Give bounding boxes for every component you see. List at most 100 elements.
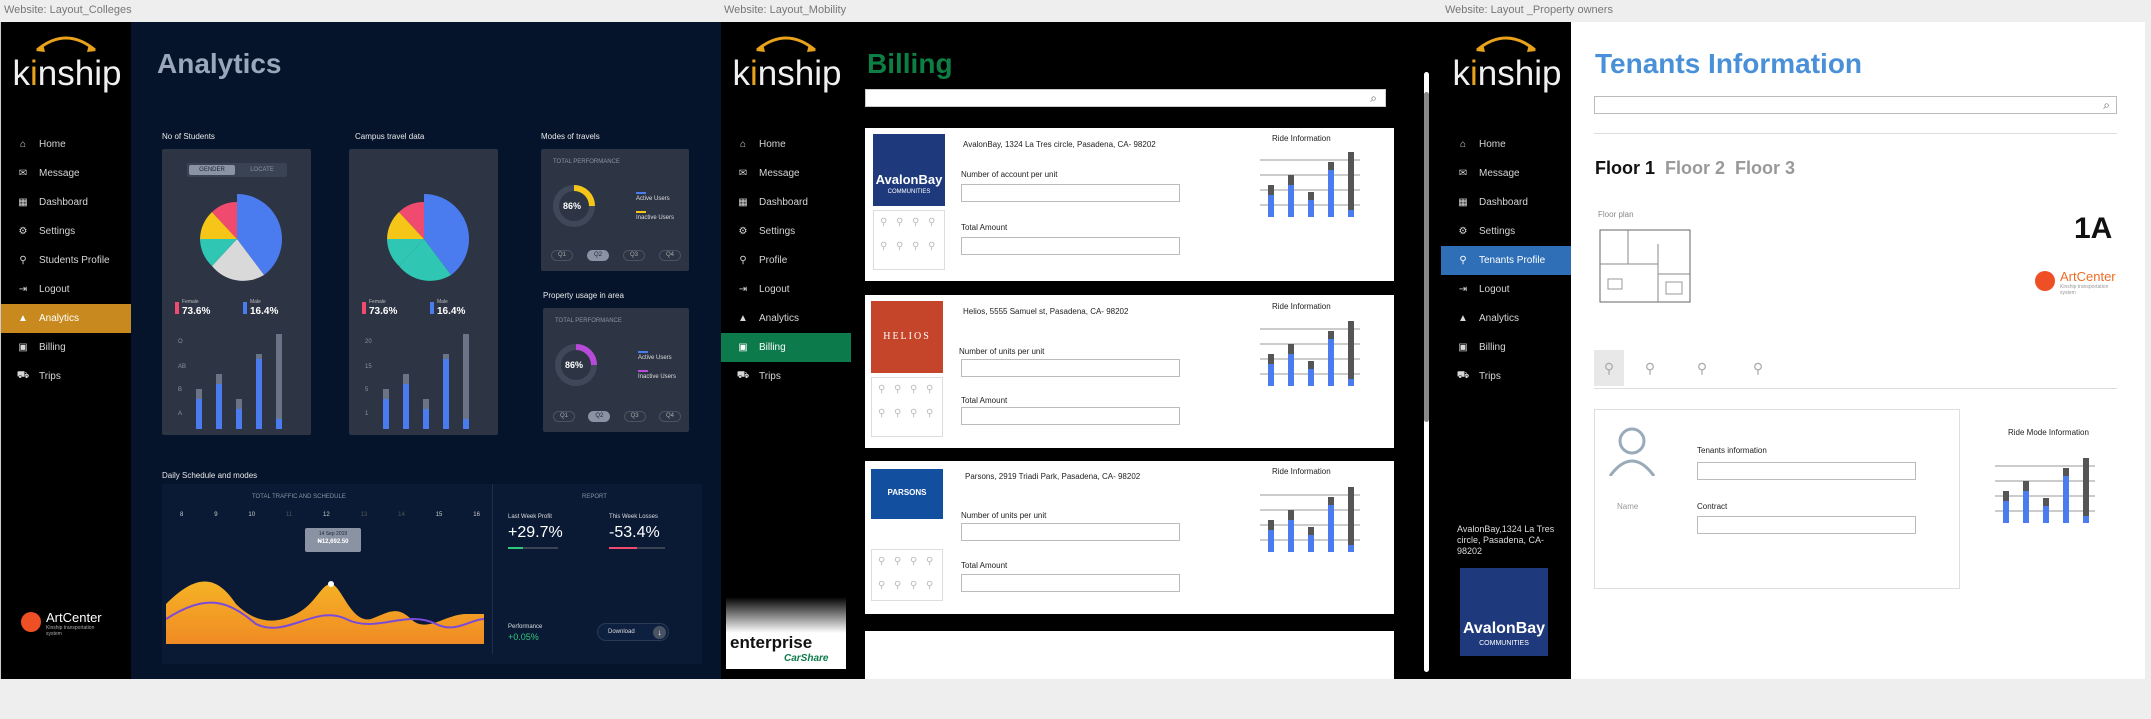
- quarter-tab-active[interactable]: Q2: [588, 411, 611, 422]
- search-icon[interactable]: ⌕: [2103, 98, 2110, 113]
- quarter-tab[interactable]: Q4: [659, 250, 681, 261]
- thumbnail-person-icon: ⚲: [926, 408, 934, 419]
- sidebar-item-students-profile[interactable]: ⚲ Students Profile: [1, 246, 131, 275]
- sidebar-item-billing[interactable]: ▣ Billing: [721, 333, 851, 362]
- total-amount-input[interactable]: [961, 574, 1180, 592]
- tenant-info-input[interactable]: [1697, 462, 1916, 480]
- search-icon[interactable]: ⌕: [1370, 91, 1377, 106]
- mobility-sidebar: kinship ⌂ Home ✉ Message ▦ Dashboard ⚙ Settings…: [721, 22, 851, 679]
- thumbnail-person-icon: ⚲: [926, 580, 934, 591]
- sidebar-item-settings[interactable]: ⚙ Settings: [1441, 217, 1571, 246]
- sidebar-item-label: Dashboard: [39, 197, 88, 208]
- tenant-tab-active[interactable]: ⚲: [1594, 350, 1624, 386]
- tooltip-date: 14 Sep 2019: [318, 531, 348, 537]
- tab-locate[interactable]: LOCATE: [239, 165, 285, 175]
- thumbnail-person-icon: ⚲: [878, 580, 886, 591]
- sidebar-item-home[interactable]: ⌂ Home: [1, 130, 131, 159]
- units-input[interactable]: [961, 359, 1180, 377]
- sidebar-item-logout[interactable]: ⇥ Logout: [1, 275, 131, 304]
- x-tick: 8: [180, 512, 184, 518]
- contract-label: Contract: [1697, 502, 1728, 511]
- sidebar-item-dashboard[interactable]: ▦ Dashboard: [1, 188, 131, 217]
- sidebar-item-label: Settings: [1479, 226, 1516, 237]
- quarter-tab[interactable]: Q1: [553, 411, 575, 422]
- home-icon: ⌂: [19, 139, 27, 150]
- download-button[interactable]: Download ↓: [597, 623, 669, 641]
- modes-inactive: Inactive Users: [636, 215, 675, 221]
- tab-floor-2[interactable]: Floor 2: [1665, 158, 1725, 179]
- logo-text-i: i: [30, 54, 38, 93]
- sidebar-item-label: Analytics: [39, 313, 80, 324]
- thumbnail-person-icon: ⚲: [896, 241, 904, 252]
- tab-floor-1[interactable]: Floor 1: [1595, 158, 1655, 179]
- tenant-tab[interactable]: ⚲: [1728, 350, 1788, 386]
- sidebar-item-profile[interactable]: ⚲ Profile: [721, 246, 851, 275]
- field-label: Total Amount: [961, 223, 1008, 232]
- units-input[interactable]: [961, 184, 1180, 202]
- name-label: Name: [1617, 502, 1639, 511]
- sidebar-item-home[interactable]: ⌂ Home: [721, 130, 851, 159]
- field-label: Total Amount: [961, 396, 1008, 405]
- floor-plan-image[interactable]: [1598, 224, 1694, 306]
- sidebar-item-settings[interactable]: ⚙ Settings: [721, 217, 851, 246]
- sidebar-item-message[interactable]: ✉ Message: [721, 159, 851, 188]
- sidebar-item-billing[interactable]: ▣ Billing: [1, 333, 131, 362]
- sidebar-item-logout[interactable]: ⇥ Logout: [1441, 275, 1571, 304]
- tab-floor-3[interactable]: Floor 3: [1735, 158, 1795, 179]
- units-input[interactable]: [961, 523, 1180, 541]
- male-icon: [430, 302, 434, 314]
- user-icon: ⚲: [739, 255, 747, 266]
- sidebar-item-analytics[interactable]: ▲ Analytics: [721, 304, 851, 333]
- sidebar-item-trips[interactable]: ⛟ Trips: [1, 362, 131, 391]
- quarter-tab[interactable]: Q4: [658, 411, 681, 422]
- campus-y-axis: 20 15 5 1: [365, 339, 375, 429]
- sidebar-item-dashboard[interactable]: ▦ Dashboard: [1441, 188, 1571, 217]
- sidebar-item-billing[interactable]: ▣ Billing: [1441, 333, 1571, 362]
- billing-card-partial: [865, 631, 1394, 679]
- search-input[interactable]: ⌕: [865, 89, 1386, 107]
- sidebar-item-analytics[interactable]: ▲ Analytics: [1, 304, 131, 333]
- chart-icon: ▲: [18, 313, 28, 324]
- home-icon: ⌂: [739, 139, 747, 150]
- sidebar-item-trips[interactable]: ⛟ Trips: [1441, 362, 1571, 391]
- quarter-tab[interactable]: Q3: [623, 411, 646, 422]
- search-input[interactable]: ⌕: [1594, 96, 2117, 114]
- ride-bar-chart: [1260, 487, 1360, 552]
- property-quarter-tabs: Q1 Q2 Q3 Q4: [553, 411, 681, 423]
- campus-bar-chart: [383, 334, 469, 429]
- total-amount-input[interactable]: [961, 237, 1180, 255]
- thumb-grid: ⚲ ⚲ ⚲ ⚲ ⚲ ⚲ ⚲ ⚲: [871, 377, 943, 437]
- active-legend-icon: [636, 192, 646, 194]
- sidebar-item-home[interactable]: ⌂ Home: [1441, 130, 1571, 159]
- sidebar-item-analytics[interactable]: ▲ Analytics: [1441, 304, 1571, 333]
- sidebar-item-logout[interactable]: ⇥ Logout: [721, 275, 851, 304]
- sidebar-item-tenants-profile[interactable]: ⚲ Tenants Profile: [1441, 246, 1571, 275]
- quarter-tab[interactable]: Q3: [623, 250, 645, 261]
- y-tick: 5: [365, 387, 369, 393]
- contract-input[interactable]: [1697, 516, 1916, 534]
- sidebar-item-message[interactable]: ✉ Message: [1, 159, 131, 188]
- field-label: Number of units per unit: [959, 347, 1045, 356]
- total-amount-input[interactable]: [961, 407, 1180, 425]
- students-y-axis: O AB B A: [178, 339, 188, 429]
- sidebar-item-message[interactable]: ✉ Message: [1441, 159, 1571, 188]
- logo-text-i: i: [750, 54, 758, 93]
- sidebar-item-trips[interactable]: ⛟ Trips: [721, 362, 851, 391]
- x-tick: 9: [214, 512, 218, 518]
- sidebar-item-dashboard[interactable]: ▦ Dashboard: [721, 188, 851, 217]
- panel-divider: [492, 484, 493, 654]
- sidebar-item-label: Home: [1479, 139, 1506, 150]
- students-female-value: 73.6%: [182, 306, 211, 317]
- tenant-tab[interactable]: ⚲: [1624, 350, 1676, 386]
- tenant-tab[interactable]: ⚲: [1676, 350, 1728, 386]
- enterprise-logo: enterprise CarShare: [726, 597, 846, 669]
- avalon-logo-name: AvalonBay: [1462, 620, 1546, 637]
- quarter-tab-active[interactable]: Q2: [587, 250, 609, 261]
- scrollbar[interactable]: [1424, 72, 1429, 672]
- quarter-tab[interactable]: Q1: [551, 250, 573, 261]
- sidebar-item-settings[interactable]: ⚙ Settings: [1, 217, 131, 246]
- logo-name: AvalonBay: [875, 172, 943, 187]
- thumbnail-person-icon: ⚲: [894, 580, 902, 591]
- female-icon: [362, 302, 366, 314]
- tab-gender[interactable]: GENDER: [189, 165, 235, 175]
